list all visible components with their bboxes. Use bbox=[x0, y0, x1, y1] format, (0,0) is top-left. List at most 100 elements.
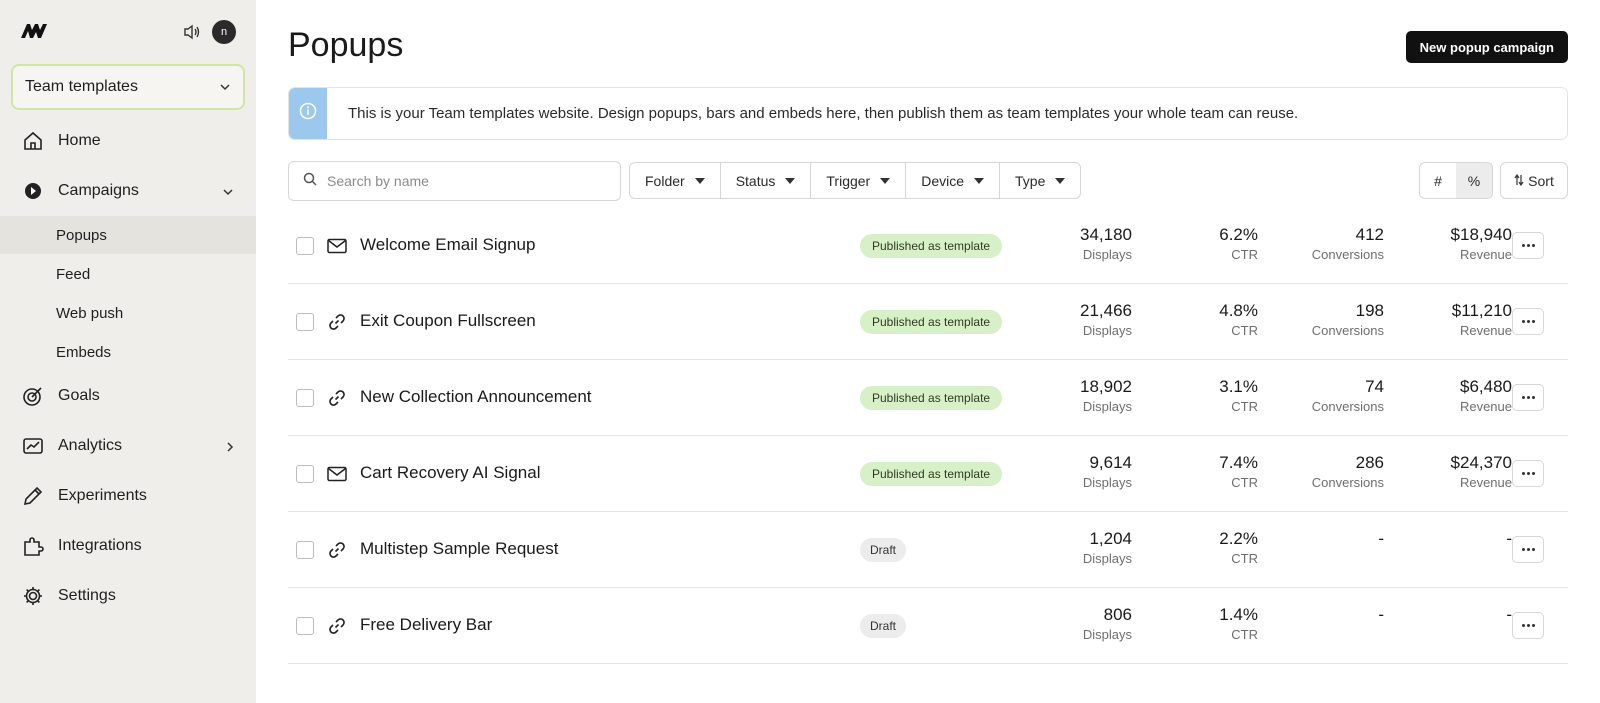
nav-settings-label: Settings bbox=[58, 587, 116, 604]
popup-name[interactable]: Exit Coupon Fullscreen bbox=[360, 311, 536, 331]
toggle-count[interactable]: # bbox=[1420, 163, 1456, 198]
nav-web-push[interactable]: Web push bbox=[0, 294, 256, 332]
ctr-value: 7.4% bbox=[1219, 453, 1258, 472]
sort-button[interactable]: Sort bbox=[1500, 162, 1568, 199]
nav-embeds[interactable]: Embeds bbox=[0, 333, 256, 371]
table-row[interactable]: Cart Recovery AI Signal Published as tem… bbox=[288, 436, 1568, 512]
nav-experiments-label: Experiments bbox=[58, 487, 147, 504]
filter-status[interactable]: Status bbox=[721, 163, 812, 198]
more-options-button[interactable] bbox=[1512, 384, 1544, 411]
displays-value: 18,902 bbox=[1080, 377, 1132, 396]
brand-logo[interactable] bbox=[20, 20, 48, 42]
table-row[interactable]: Free Delivery Bar Draft 806 Displays 1.4%… bbox=[288, 588, 1568, 664]
popup-name[interactable]: Welcome Email Signup bbox=[360, 235, 535, 255]
avatar[interactable]: n bbox=[212, 20, 236, 44]
row-checkbox[interactable] bbox=[296, 389, 314, 407]
more-options-button[interactable] bbox=[1512, 612, 1544, 639]
ctr-label: CTR bbox=[1231, 323, 1258, 338]
chevron-down-icon bbox=[222, 183, 234, 201]
ctr-stat: 4.8% CTR bbox=[1219, 301, 1258, 341]
popup-name[interactable]: Multistep Sample Request bbox=[360, 539, 558, 559]
filter-trigger[interactable]: Trigger bbox=[811, 163, 907, 198]
more-options-button[interactable] bbox=[1512, 460, 1544, 487]
filter-device-label: Device bbox=[921, 172, 965, 189]
popup-name[interactable]: New Collection Announcement bbox=[360, 387, 592, 407]
conversions-label: Conversions bbox=[1311, 475, 1384, 490]
conversions-stat: 286 Conversions bbox=[1312, 453, 1384, 493]
ctr-label: CTR bbox=[1231, 399, 1258, 414]
sort-icon bbox=[1514, 173, 1524, 189]
gear-icon bbox=[22, 585, 44, 607]
info-banner: This is your Team templates website. Des… bbox=[288, 87, 1568, 140]
revenue-value: $24,370 bbox=[1450, 453, 1512, 472]
campaigns-icon bbox=[22, 180, 44, 202]
sound-icon[interactable] bbox=[182, 22, 202, 42]
more-options-button[interactable] bbox=[1512, 308, 1544, 335]
conversions-value: - bbox=[1378, 605, 1384, 624]
revenue-label: Revenue bbox=[1459, 247, 1512, 262]
table-row[interactable]: Welcome Email Signup Published as templa… bbox=[288, 208, 1568, 284]
row-checkbox[interactable] bbox=[296, 465, 314, 483]
status-badge: Published as template bbox=[860, 234, 1003, 258]
nav-experiments[interactable]: Experiments bbox=[0, 476, 256, 516]
nav-home[interactable]: Home bbox=[0, 121, 256, 161]
displays-stat: 806 Displays bbox=[1083, 605, 1132, 645]
displays-stat: 18,902 Displays bbox=[1080, 377, 1132, 417]
displays-label: Displays bbox=[1082, 551, 1132, 566]
more-options-button[interactable] bbox=[1512, 536, 1544, 563]
caret-down-icon bbox=[1055, 177, 1066, 184]
sort-label: Sort bbox=[1528, 172, 1554, 189]
nav-feed[interactable]: Feed bbox=[0, 255, 256, 293]
team-select[interactable]: Team templates bbox=[11, 64, 245, 110]
revenue-stat: $11,210 Revenue bbox=[1452, 301, 1512, 341]
conversions-stat: 74 Conversions bbox=[1312, 377, 1384, 417]
filter-type-label: Type bbox=[1015, 172, 1046, 189]
conversions-label: Conversions bbox=[1311, 323, 1384, 338]
table-row[interactable]: Exit Coupon Fullscreen Published as temp… bbox=[288, 284, 1568, 360]
popup-name[interactable]: Free Delivery Bar bbox=[360, 615, 492, 635]
ctr-stat: 2.2% CTR bbox=[1219, 529, 1258, 569]
revenue-value: $6,480 bbox=[1460, 377, 1512, 396]
ctr-value: 1.4% bbox=[1219, 605, 1258, 624]
nav-campaigns[interactable]: Campaigns bbox=[0, 171, 256, 211]
toggle-percent[interactable]: % bbox=[1456, 163, 1492, 198]
displays-label: Displays bbox=[1082, 399, 1132, 414]
ctr-label: CTR bbox=[1231, 247, 1258, 262]
more-options-button[interactable] bbox=[1512, 232, 1544, 259]
nav-integrations[interactable]: Integrations bbox=[0, 526, 256, 566]
search-box[interactable] bbox=[288, 161, 621, 201]
table-row[interactable]: New Collection Announcement Published as… bbox=[288, 360, 1568, 436]
conversions-label: Conversions bbox=[1311, 399, 1384, 414]
row-checkbox[interactable] bbox=[296, 313, 314, 331]
nav-analytics[interactable]: Analytics bbox=[0, 426, 256, 466]
displays-value: 34,180 bbox=[1080, 225, 1132, 244]
team-select-label: Team templates bbox=[25, 78, 138, 95]
nav-settings[interactable]: Settings bbox=[0, 576, 256, 616]
ctr-label: CTR bbox=[1231, 627, 1258, 642]
status-badge: Published as template bbox=[860, 462, 1003, 486]
new-popup-campaign-button[interactable]: New popup campaign bbox=[1405, 31, 1568, 63]
nav-goals-label: Goals bbox=[58, 387, 100, 404]
filter-folder-label: Folder bbox=[645, 172, 685, 189]
revenue-value: $11,210 bbox=[1451, 301, 1512, 320]
filter-device[interactable]: Device bbox=[906, 163, 1001, 198]
revenue-stat: $24,370 Revenue bbox=[1451, 453, 1512, 493]
row-checkbox[interactable] bbox=[296, 617, 314, 635]
filter-type[interactable]: Type bbox=[1000, 163, 1080, 198]
ctr-value: 2.2% bbox=[1219, 529, 1258, 548]
row-checkbox[interactable] bbox=[296, 541, 314, 559]
filter-folder[interactable]: Folder bbox=[630, 163, 721, 198]
chart-icon bbox=[22, 435, 44, 457]
nav-popups[interactable]: Popups bbox=[0, 216, 256, 254]
link-icon bbox=[326, 387, 348, 409]
nav-home-label: Home bbox=[58, 132, 101, 149]
ctr-label: CTR bbox=[1231, 475, 1258, 490]
popup-name[interactable]: Cart Recovery AI Signal bbox=[360, 463, 540, 483]
table-row[interactable]: Multistep Sample Request Draft 1,204 Disp… bbox=[288, 512, 1568, 588]
row-checkbox[interactable] bbox=[296, 237, 314, 255]
nav-goals[interactable]: Goals bbox=[0, 376, 256, 416]
search-input[interactable] bbox=[327, 173, 607, 189]
conversions-label: Conversions bbox=[1311, 247, 1384, 262]
status-badge: Draft bbox=[860, 538, 907, 562]
ctr-stat: 6.2% CTR bbox=[1219, 225, 1258, 265]
